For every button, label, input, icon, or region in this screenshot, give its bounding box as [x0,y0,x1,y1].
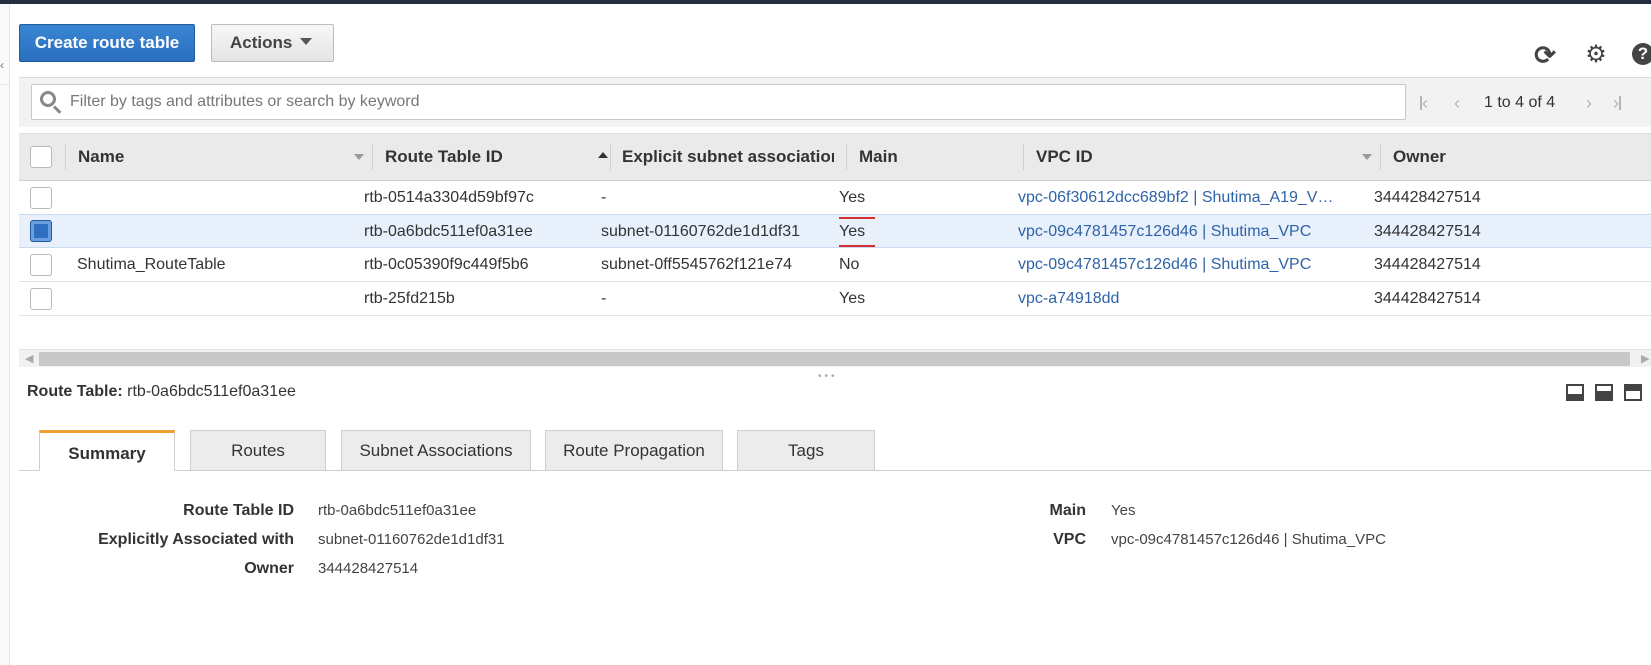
label-main: Main [1049,502,1086,519]
cell-main: Yes [839,290,866,307]
column-separator [372,144,373,170]
collapsed-side-panel[interactable]: ‹ [0,4,10,665]
column-header-main[interactable]: Main [859,134,898,180]
table-row[interactable]: Shutima_RouteTable rtb-0c05390f9c449f5b6… [19,248,1651,282]
first-page-icon[interactable]: ‹ [1420,93,1428,113]
caret-down-icon [300,38,313,45]
highlighted-main-value: Yes [839,217,876,247]
search-icon [40,91,62,114]
scroll-left-icon[interactable]: ◀ [25,352,33,365]
value-owner: 344428427514 [318,560,419,577]
tab-tags[interactable]: Tags [737,430,875,471]
refresh-icon[interactable]: ⟳ [1533,42,1557,68]
search-box[interactable] [31,84,1406,120]
actions-label: Actions [230,33,293,52]
last-page-icon[interactable]: › [1613,93,1621,113]
cell-explicit-subnet: subnet-01160762de1d1df31 [601,223,800,240]
previous-page-icon[interactable]: ‹ [1454,93,1460,113]
table-header: Name Route Table ID Explicit subnet asso… [19,133,1651,181]
value-vpc-link[interactable]: vpc-09c4781457c126d46 | Shutima_VPC [1111,531,1386,548]
actions-dropdown-button[interactable]: Actions [211,24,334,62]
divider [0,84,10,85]
row-checkbox[interactable] [30,254,52,276]
detail-title: Route Table: rtb-0a6bdc511ef0a31ee [27,383,296,401]
side-panel-handle-icon[interactable]: ‹ [0,58,4,72]
column-separator [1023,144,1024,170]
horizontal-scrollbar[interactable]: ◀ ▶ [19,349,1651,367]
label-owner: Owner [244,560,294,577]
scroll-right-icon[interactable]: ▶ [1641,352,1649,365]
value-explicitly-associated: subnet-01160762de1d1df31 [318,531,505,548]
cell-explicit-subnet: - [601,189,607,206]
value-route-table-id: rtb-0a6bdc511ef0a31ee [318,502,477,519]
split-view-top-icon[interactable] [1624,384,1642,401]
resize-grip-icon[interactable]: ••• [818,371,838,382]
tab-routes[interactable]: Routes [190,430,326,471]
column-header-name[interactable]: Name [78,134,124,180]
table-row[interactable]: rtb-25fd215b - Yes vpc-a74918dd 34442842… [19,282,1651,316]
column-header-owner[interactable]: Owner [1393,134,1446,180]
scrollbar-thumb[interactable] [39,352,1630,366]
create-route-table-button[interactable]: Create route table [19,24,195,62]
cell-main: Yes [839,189,866,206]
split-view-bottom-icon[interactable] [1566,384,1584,401]
row-checkbox-checked[interactable] [30,220,52,242]
table-row-selected[interactable]: rtb-0a6bdc511ef0a31ee subnet-01160762de1… [19,214,1651,248]
cell-route-table-id: rtb-0c05390f9c449f5b6 [364,256,529,273]
select-all-checkbox[interactable] [30,146,52,168]
next-page-icon[interactable]: › [1586,93,1592,113]
help-icon[interactable]: ? [1632,43,1651,65]
label-route-table-id: Route Table ID [183,502,294,519]
column-separator [65,144,66,170]
row-checkbox[interactable] [30,288,52,310]
label-explicitly-associated: Explicitly Associated with [98,531,294,548]
detail-title-label: Route Table: [27,383,123,400]
value-main: Yes [1111,502,1136,519]
sort-icon[interactable] [1362,154,1372,160]
tab-subnet-associations[interactable]: Subnet Associations [341,430,531,471]
tab-route-propagation[interactable]: Route Propagation [545,430,723,471]
row-checkbox[interactable] [30,187,52,209]
split-view-half-icon[interactable] [1595,384,1613,401]
cell-owner: 344428427514 [1374,256,1481,273]
cell-route-table-id: rtb-25fd215b [364,290,455,307]
cell-owner: 344428427514 [1374,290,1481,307]
column-separator [610,144,611,170]
cell-vpc-link[interactable]: vpc-a74918dd [1018,282,1358,316]
search-input[interactable] [68,85,1398,119]
cell-owner: 344428427514 [1374,223,1481,240]
cell-main: Yes [839,215,876,249]
cell-main: No [839,256,860,273]
cell-route-table-id: rtb-0514a3304d59bf97c [364,189,534,206]
top-nav-bar [0,0,1651,4]
gear-icon[interactable]: ⚙ [1584,43,1608,67]
column-separator [1380,144,1381,170]
cell-vpc-link[interactable]: vpc-06f30612dcc689bf2 | Shutima_A19_V… [1018,181,1358,215]
pagination-text: 1 to 4 of 4 [1484,94,1556,111]
column-separator [846,144,847,170]
sort-icon[interactable] [354,154,364,160]
cell-name: Shutima_RouteTable [77,256,226,273]
column-header-vpc-id[interactable]: VPC ID [1036,134,1093,180]
column-header-explicit-subnet[interactable]: Explicit subnet associatior [622,134,834,180]
cell-vpc-link[interactable]: vpc-09c4781457c126d46 | Shutima_VPC [1018,248,1358,282]
detail-title-value: rtb-0a6bdc511ef0a31ee [127,383,296,400]
cell-owner: 344428427514 [1374,189,1481,206]
cell-vpc-link[interactable]: vpc-09c4781457c126d46 | Shutima_VPC [1018,215,1358,249]
label-vpc: VPC [1053,531,1086,548]
cell-explicit-subnet: - [601,290,607,307]
table-row[interactable]: rtb-0514a3304d59bf97c - Yes vpc-06f30612… [19,181,1651,215]
cell-route-table-id: rtb-0a6bdc511ef0a31ee [364,223,533,240]
sort-ascending-icon[interactable] [598,152,608,158]
cell-explicit-subnet: subnet-0ff5545762f121e74 [601,256,792,273]
column-header-route-table-id[interactable]: Route Table ID [385,134,503,180]
tab-summary[interactable]: Summary [39,430,175,471]
